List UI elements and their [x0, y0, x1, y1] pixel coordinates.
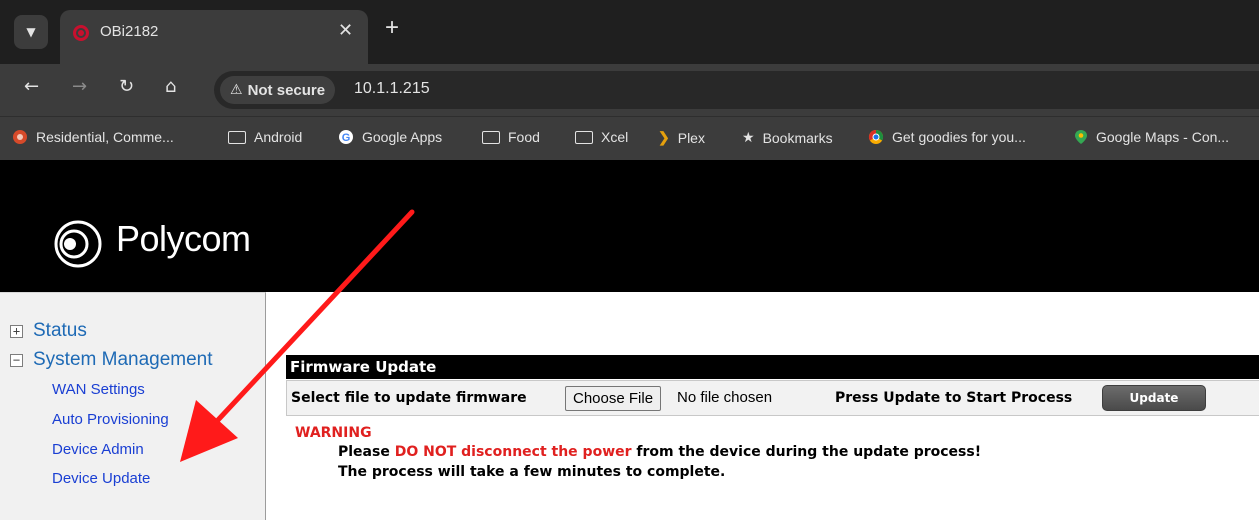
bookmark-goodies[interactable]: Get goodies for you... [868, 129, 1026, 145]
tab-title: OBi2182 [100, 23, 159, 40]
svg-text:G: G [342, 132, 351, 144]
sidebar-item-status[interactable]: + Status [10, 320, 87, 342]
browser-tab[interactable]: OBi2182 ✕ [60, 10, 368, 64]
folder-icon [575, 130, 593, 144]
file-status-text: No file chosen [677, 389, 773, 406]
tab-search-button[interactable]: ▼ [14, 15, 48, 49]
chrome-icon [868, 129, 884, 144]
url-text[interactable]: 10.1.1.215 [354, 80, 430, 98]
polycom-favicon-icon [73, 25, 89, 41]
sidebar-link-auto-provisioning[interactable]: Auto Provisioning [52, 411, 169, 428]
main-content: Firmware Update Select file to update fi… [266, 292, 1259, 520]
back-icon[interactable]: ← [24, 76, 39, 97]
warning-title: WARNING [295, 425, 372, 441]
site-favicon-icon [13, 130, 27, 144]
collapse-icon[interactable]: − [10, 353, 23, 367]
browser-toolbar: ← → ↻ ⌂ ⚠ Not secure 10.1.1.215 [0, 64, 1259, 116]
plex-icon: ❯ [658, 129, 670, 145]
bookmark-google-maps[interactable]: Google Maps - Con... [1074, 129, 1229, 145]
warning-line-2: The process will take a few minutes to c… [338, 464, 726, 480]
bookmark-xcel[interactable]: Xcel [575, 129, 628, 145]
sidebar: + Status − System Management WAN Setting… [0, 292, 266, 520]
new-tab-button[interactable]: + [385, 14, 399, 42]
press-update-label: Press Update to Start Process [835, 390, 1073, 406]
security-label: Not secure [247, 81, 326, 99]
home-icon[interactable]: ⌂ [165, 76, 176, 97]
tab-strip: ▼ OBi2182 ✕ + [0, 0, 1259, 64]
bookmark-bookmarks[interactable]: ★ Bookmarks [742, 129, 833, 146]
forward-icon[interactable]: → [72, 76, 87, 97]
polycom-logo-text: Polycom [116, 218, 251, 259]
address-bar[interactable]: ⚠ Not secure 10.1.1.215 [214, 71, 1259, 109]
warning-line-1: Please DO NOT disconnect the power from … [338, 444, 982, 460]
bookmark-plex[interactable]: ❯ Plex [658, 129, 705, 146]
sidebar-item-system-management[interactable]: − System Management [10, 349, 213, 371]
folder-icon [228, 130, 246, 144]
polycom-logo-icon [54, 220, 102, 268]
firmware-form-row: Select file to update firmware Choose Fi… [286, 380, 1259, 416]
chevron-down-icon: ▼ [26, 25, 36, 39]
reload-icon[interactable]: ↻ [119, 76, 134, 97]
close-tab-icon[interactable]: ✕ [338, 20, 353, 41]
header-banner: Polycom [0, 160, 1259, 292]
update-button[interactable]: Update [1102, 385, 1206, 411]
bookmark-android[interactable]: Android [228, 129, 302, 145]
bookmark-residential[interactable]: Residential, Comme... [12, 129, 174, 145]
firmware-section-header: Firmware Update [286, 355, 1259, 379]
section-title: Firmware Update [290, 358, 437, 376]
warning-triangle-icon: ⚠ [230, 82, 243, 98]
bookmark-food[interactable]: Food [482, 129, 540, 145]
select-file-label: Select file to update firmware [291, 390, 527, 406]
sidebar-link-wan-settings[interactable]: WAN Settings [52, 381, 145, 398]
expand-icon[interactable]: + [10, 324, 23, 338]
google-icon: G [339, 130, 353, 144]
maps-pin-icon [1075, 130, 1087, 144]
security-indicator[interactable]: ⚠ Not secure [220, 76, 336, 104]
choose-file-button[interactable]: Choose File [565, 386, 662, 411]
sidebar-link-device-admin[interactable]: Device Admin [52, 441, 144, 458]
bookmark-google-apps[interactable]: G Google Apps [338, 129, 442, 145]
star-icon: ★ [742, 129, 755, 145]
folder-icon [482, 130, 500, 144]
sidebar-link-device-update[interactable]: Device Update [52, 470, 150, 487]
bookmarks-bar: Residential, Comme... Android G Google A… [0, 116, 1259, 160]
